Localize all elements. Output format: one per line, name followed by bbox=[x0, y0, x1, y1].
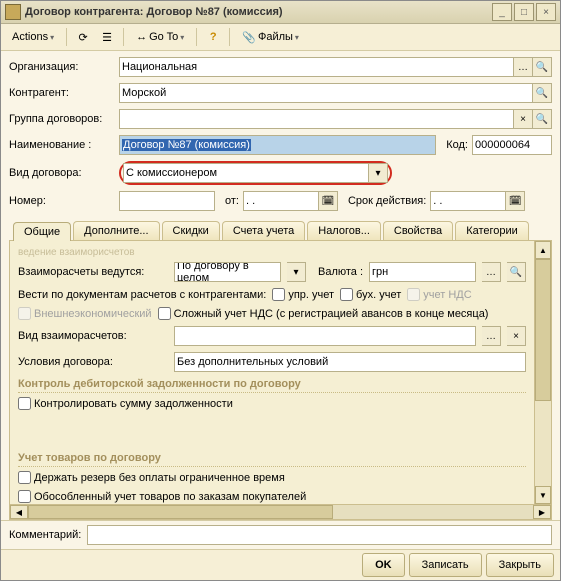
h-scroll-thumb[interactable] bbox=[28, 505, 333, 519]
scroll-right-icon[interactable]: ▶ bbox=[533, 505, 551, 519]
number-input[interactable] bbox=[119, 191, 215, 211]
comment-input[interactable] bbox=[87, 525, 552, 545]
terms-input[interactable]: Без дополнительных условий bbox=[174, 352, 526, 372]
h-scrollbar[interactable]: ◀ ▶ bbox=[9, 505, 552, 520]
from-label: от: bbox=[225, 195, 239, 207]
contr-search-button[interactable]: 🔍 bbox=[533, 83, 552, 103]
toolbar: Actions▾ ⟳ ☰ ↔ Go To▾ ? 📎 Файлы▾ bbox=[1, 24, 560, 51]
chk-foreign: Внешнеэкономический bbox=[18, 307, 152, 320]
org-search-button[interactable]: 🔍 bbox=[533, 57, 552, 77]
currency-select[interactable]: … bbox=[482, 262, 501, 282]
name-label: Наименование : bbox=[9, 139, 119, 151]
kind-calc-label: Вид взаиморасчетов: bbox=[18, 330, 168, 342]
contr-input[interactable]: Морской bbox=[119, 83, 533, 103]
chk-control[interactable]: Контролировать сумму задолженности bbox=[18, 397, 233, 410]
close-button[interactable]: × bbox=[536, 3, 556, 21]
name-input[interactable]: Договор №87 (комиссия) bbox=[119, 135, 436, 155]
kind-calc-input[interactable] bbox=[174, 326, 476, 346]
calc-label: Взаиморасчеты ведутся: bbox=[18, 266, 168, 278]
code-input[interactable]: 000000064 bbox=[472, 135, 552, 155]
app-icon bbox=[5, 4, 21, 20]
kind-calc-select[interactable]: … bbox=[482, 326, 501, 346]
tab-additional[interactable]: Дополните... bbox=[73, 221, 159, 240]
date-to-picker[interactable]: 🗓 bbox=[506, 191, 525, 211]
terms-label: Условия договора: bbox=[18, 356, 168, 368]
currency-label: Валюта : bbox=[318, 266, 363, 278]
tab-panel: ведение взаиморисчетов Взаиморасчеты вед… bbox=[9, 240, 552, 505]
list-icon[interactable]: ☰ bbox=[96, 26, 118, 48]
kind-calc-clear[interactable]: × bbox=[507, 326, 526, 346]
tab-properties[interactable]: Свойства bbox=[383, 221, 453, 240]
panel-content: ведение взаиморисчетов Взаиморасчеты вед… bbox=[10, 241, 534, 504]
scroll-down-icon[interactable]: ▼ bbox=[535, 486, 551, 504]
contr-label: Контрагент: bbox=[9, 87, 119, 99]
actions-menu[interactable]: Actions▾ bbox=[5, 26, 61, 48]
panel-scrollbar[interactable]: ▲ ▼ bbox=[534, 241, 551, 504]
chk-reserve[interactable]: Держать резерв без оплаты ограниченное в… bbox=[18, 471, 285, 484]
calc-dropdown[interactable]: ▾ bbox=[287, 262, 306, 282]
org-select-button[interactable]: … bbox=[514, 57, 533, 77]
group-clear-button[interactable]: × bbox=[514, 109, 533, 129]
chk-separate[interactable]: Обособленный учет товаров по заказам пок… bbox=[18, 490, 306, 503]
maximize-button[interactable]: □ bbox=[514, 3, 534, 21]
scroll-up-icon[interactable]: ▲ bbox=[535, 241, 551, 259]
section-faded: ведение взаиморисчетов bbox=[18, 247, 526, 258]
kind-highlight: С комиссионером ▾ bbox=[119, 161, 392, 185]
scroll-left-icon[interactable]: ◀ bbox=[10, 505, 28, 519]
titlebar: Договор контрагента: Договор №87 (комисс… bbox=[1, 1, 560, 24]
tab-categories[interactable]: Категории bbox=[455, 221, 529, 240]
window-title: Договор контрагента: Договор №87 (комисс… bbox=[25, 6, 490, 18]
help-icon[interactable]: ? bbox=[202, 26, 224, 48]
date-from-picker[interactable]: 🗓 bbox=[319, 191, 338, 211]
group-label: Группа договоров: bbox=[9, 113, 119, 125]
date-from-input[interactable]: . . bbox=[243, 191, 319, 211]
tabs: Общие Дополните... Скидки Счета учета На… bbox=[9, 221, 552, 240]
goto-menu[interactable]: ↔ Go To▾ bbox=[129, 26, 191, 48]
comment-label: Комментарий: bbox=[9, 529, 81, 541]
period-label: Срок действия: bbox=[348, 195, 426, 207]
number-label: Номер: bbox=[9, 195, 119, 207]
tab-taxes[interactable]: Налогов... bbox=[307, 221, 381, 240]
group-input[interactable] bbox=[119, 109, 514, 129]
org-label: Организация: bbox=[9, 61, 119, 73]
chk-complex[interactable]: Сложный учет НДС (с регистрацией авансов… bbox=[158, 307, 489, 320]
scroll-thumb[interactable] bbox=[535, 259, 551, 401]
group-search-button[interactable]: 🔍 bbox=[533, 109, 552, 129]
section-debit: Контроль дебиторской задолженности по до… bbox=[18, 378, 526, 393]
chk-buh[interactable]: бух. учет bbox=[340, 288, 401, 301]
calc-input[interactable]: По договору в целом bbox=[174, 262, 281, 282]
kind-input[interactable]: С комиссионером bbox=[123, 163, 369, 183]
tab-accounts[interactable]: Счета учета bbox=[222, 221, 305, 240]
date-to-input[interactable]: . . bbox=[430, 191, 506, 211]
refresh-icon[interactable]: ⟳ bbox=[72, 26, 94, 48]
files-menu[interactable]: 📎 Файлы▾ bbox=[235, 26, 306, 48]
chk-nds: учет НДС bbox=[407, 288, 471, 301]
currency-input[interactable]: грн bbox=[369, 262, 476, 282]
code-label: Код: bbox=[446, 139, 468, 151]
docs-label: Вести по документам расчетов с контраген… bbox=[18, 289, 266, 301]
contract-window: Договор контрагента: Договор №87 (комисс… bbox=[0, 0, 561, 581]
ok-button[interactable]: OK bbox=[362, 553, 405, 577]
footer: OK Записать Закрыть bbox=[1, 549, 560, 580]
currency-search[interactable]: 🔍 bbox=[507, 262, 526, 282]
comment-row: Комментарий: bbox=[1, 520, 560, 549]
save-button[interactable]: Записать bbox=[409, 553, 482, 577]
close-footer-button[interactable]: Закрыть bbox=[486, 553, 554, 577]
tab-discounts[interactable]: Скидки bbox=[162, 221, 220, 240]
chk-upr[interactable]: упр. учет bbox=[272, 288, 334, 301]
tab-common[interactable]: Общие bbox=[13, 222, 71, 241]
org-input[interactable]: Национальная bbox=[119, 57, 514, 77]
section-goods: Учет товаров по договору bbox=[18, 452, 526, 467]
kind-dropdown-button[interactable]: ▾ bbox=[369, 163, 388, 183]
minimize-button[interactable]: _ bbox=[492, 3, 512, 21]
kind-label: Вид договора: bbox=[9, 167, 119, 179]
